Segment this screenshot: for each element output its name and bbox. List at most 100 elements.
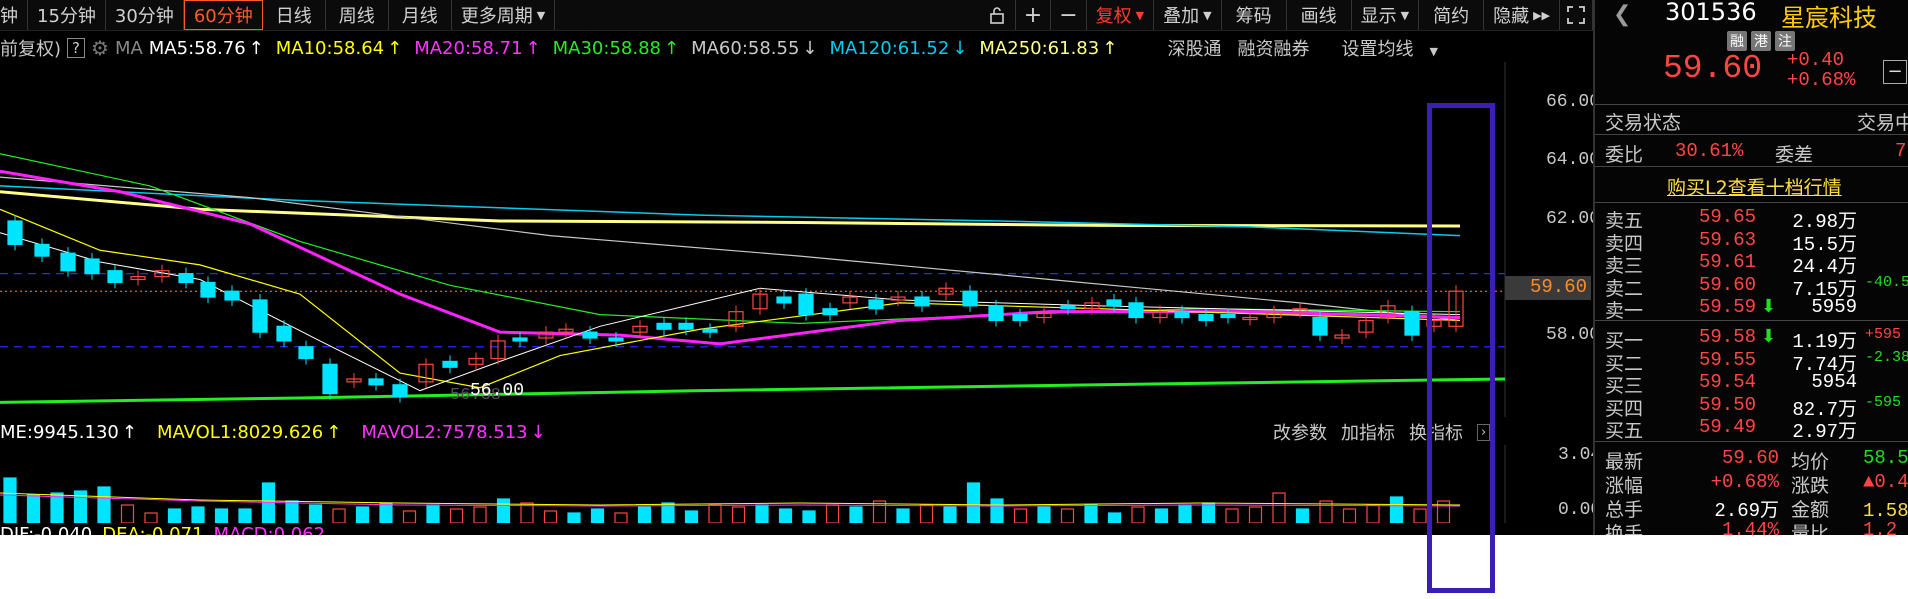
period-day-button[interactable]: 日线 <box>263 0 326 30</box>
candle-body <box>107 270 123 284</box>
candle-body <box>7 220 23 245</box>
period-month-button[interactable]: 月线 <box>389 0 452 30</box>
candle-body <box>200 281 216 298</box>
candle-body <box>656 322 672 330</box>
divider <box>1595 202 1908 203</box>
mavol1-line <box>0 492 1461 506</box>
volume-bar <box>1342 508 1357 523</box>
candle-body <box>276 325 292 342</box>
volume-bar <box>1272 492 1286 523</box>
volume-bar <box>684 510 699 523</box>
chips-button[interactable]: 筹码 <box>1222 0 1287 30</box>
candle-body <box>1404 311 1420 336</box>
ma-settings-link[interactable]: 设置均线 ▼ <box>1326 35 1438 61</box>
volume-bar <box>1107 512 1122 523</box>
order-ratio-row: 委比 30.61% 委差 7 <box>1595 140 1908 166</box>
ma30-value: MA30:58.88 ↑ <box>553 38 685 59</box>
candle-body <box>84 258 100 275</box>
sell-row[interactable]: 卖一 59.59 ⬇ 5959 <box>1595 296 1908 322</box>
buy-row[interactable]: 买二 59.55 7.74万 -2.38 <box>1595 349 1908 376</box>
buy-row[interactable]: 买一 59.58 ⬇ 1.19万 +595 <box>1595 326 1908 353</box>
up-arrow-icon: ↑ <box>1102 37 1118 59</box>
candle-body <box>822 308 838 316</box>
period-1min-button[interactable]: 钟 <box>0 0 28 30</box>
volume-legend: ME:9945.130 ↑ MAVOL1:8029.626 ↑ MAVOL2:757… <box>0 419 566 445</box>
stat-value: 1.2 <box>1863 519 1898 535</box>
ma-settings-label: 设置均线 <box>1341 39 1414 60</box>
down-arrow-icon: ↓ <box>952 37 968 59</box>
up-arrow-icon: ↑ <box>121 421 137 443</box>
volume-bar <box>825 504 840 523</box>
buy-row[interactable]: 买三 59.54 5954 <box>1595 371 1908 397</box>
candlestick-chart[interactable] <box>0 62 1510 417</box>
price-tick-58: 58.00 <box>1546 325 1601 345</box>
sell-row[interactable]: 卖二 59.60 7.15万 -40.5 <box>1595 273 1908 301</box>
fullscreen-icon[interactable] <box>1560 0 1593 30</box>
period-15min-button[interactable]: 15分钟 <box>28 0 106 30</box>
volume-chart[interactable] <box>0 445 1510 523</box>
sell-price: 59.60 <box>1699 273 1757 296</box>
zoom-out-icon[interactable]: − <box>1051 0 1087 30</box>
ma120-text: MA120:61.52 <box>829 37 950 59</box>
volume-bar <box>402 510 417 523</box>
sell-row[interactable]: 卖四 59.63 15.5万 <box>1595 229 1908 256</box>
volume-bar <box>1366 504 1380 523</box>
period-60min-button[interactable]: 60分钟 <box>183 0 263 30</box>
stat-value: 1.58亿 <box>1863 500 1908 522</box>
volume-bar <box>50 492 64 523</box>
chevron-left-icon[interactable]: ❮ <box>1613 2 1631 27</box>
volume-bar <box>120 504 135 523</box>
period-30min-button[interactable]: 30分钟 <box>106 0 184 30</box>
candle-body <box>298 346 314 360</box>
buy-price: 59.49 <box>1699 416 1757 438</box>
sell-row[interactable]: 卖三 59.61 24.4万 <box>1595 251 1908 278</box>
zoom-in-icon[interactable]: + <box>1016 0 1052 30</box>
stock-tags: 融港注 <box>1727 31 1799 51</box>
ma10-text: MA10:58.64 <box>275 37 385 59</box>
lock-icon[interactable] <box>979 0 1016 30</box>
ma5-value: MA5:58.76 ↑ <box>149 38 270 59</box>
buy-row[interactable]: 买五 59.49 2.97万 <box>1595 416 1908 443</box>
overlay-button[interactable]: 叠加 ▼ <box>1154 0 1222 30</box>
display-button[interactable]: 显示 ▼ <box>1352 0 1420 30</box>
stat-value: 59.60 <box>1721 447 1779 469</box>
macd-legend: DIF:-0.040 DEA:-0.071 MACD:0.062 <box>0 524 335 536</box>
margin-trading-link[interactable]: 融资融券 <box>1238 35 1310 61</box>
volume-bar <box>1413 508 1427 523</box>
gear-icon[interactable]: ⚙ <box>91 36 109 60</box>
hide-button[interactable]: 隐藏 ▶▶ <box>1484 0 1560 30</box>
period-week-button[interactable]: 周线 <box>326 0 389 30</box>
candle-body <box>512 337 528 342</box>
buy-row[interactable]: 买四 59.50 82.7万 -595 <box>1595 394 1908 421</box>
sell-row[interactable]: 卖五 59.65 2.98万 <box>1595 206 1908 233</box>
l2-row: 购买L2查看十档行情 <box>1595 173 1908 200</box>
shenzhen-connect-link[interactable]: 深股通 <box>1168 35 1222 61</box>
more-periods-button[interactable]: 更多周期 ▼ <box>452 0 556 30</box>
simple-button[interactable]: 简约 <box>1419 0 1485 30</box>
volume-bar <box>1248 506 1263 523</box>
collapse-panel-icon[interactable]: − <box>1883 60 1907 84</box>
volume-bar <box>496 498 511 523</box>
volume-bar <box>238 508 252 523</box>
candle-body <box>60 252 76 272</box>
volume-bar <box>1013 508 1028 523</box>
adjust-button[interactable]: 复权 ▼ <box>1087 0 1155 30</box>
help-icon[interactable]: ? <box>67 38 85 58</box>
draw-line-button[interactable]: 画线 <box>1287 0 1352 30</box>
volume-bar <box>1154 508 1169 523</box>
ma60-line <box>0 176 1461 322</box>
volume-bar <box>1131 506 1145 523</box>
stat-label: 涨幅 <box>1605 475 1644 497</box>
stat-value: 58.5 <box>1863 447 1908 469</box>
l2-link[interactable]: 购买L2查看十档行情 <box>1667 173 1842 200</box>
stat-value: +0.68% <box>1710 471 1779 493</box>
caret-down-icon: ▼ <box>1135 8 1145 22</box>
candle-body <box>678 322 694 330</box>
edit-params-button[interactable]: 改参数 <box>1273 419 1327 445</box>
volume-bar <box>1295 508 1310 523</box>
candle-body <box>224 290 240 301</box>
chart-links: 深股通 融资融券 设置均线 ▼ <box>1152 34 1438 62</box>
wb-value: 30.61% <box>1675 140 1744 162</box>
add-indicator-button[interactable]: 加指标 <box>1341 419 1395 445</box>
stat-value: 1.44% <box>1721 519 1779 535</box>
